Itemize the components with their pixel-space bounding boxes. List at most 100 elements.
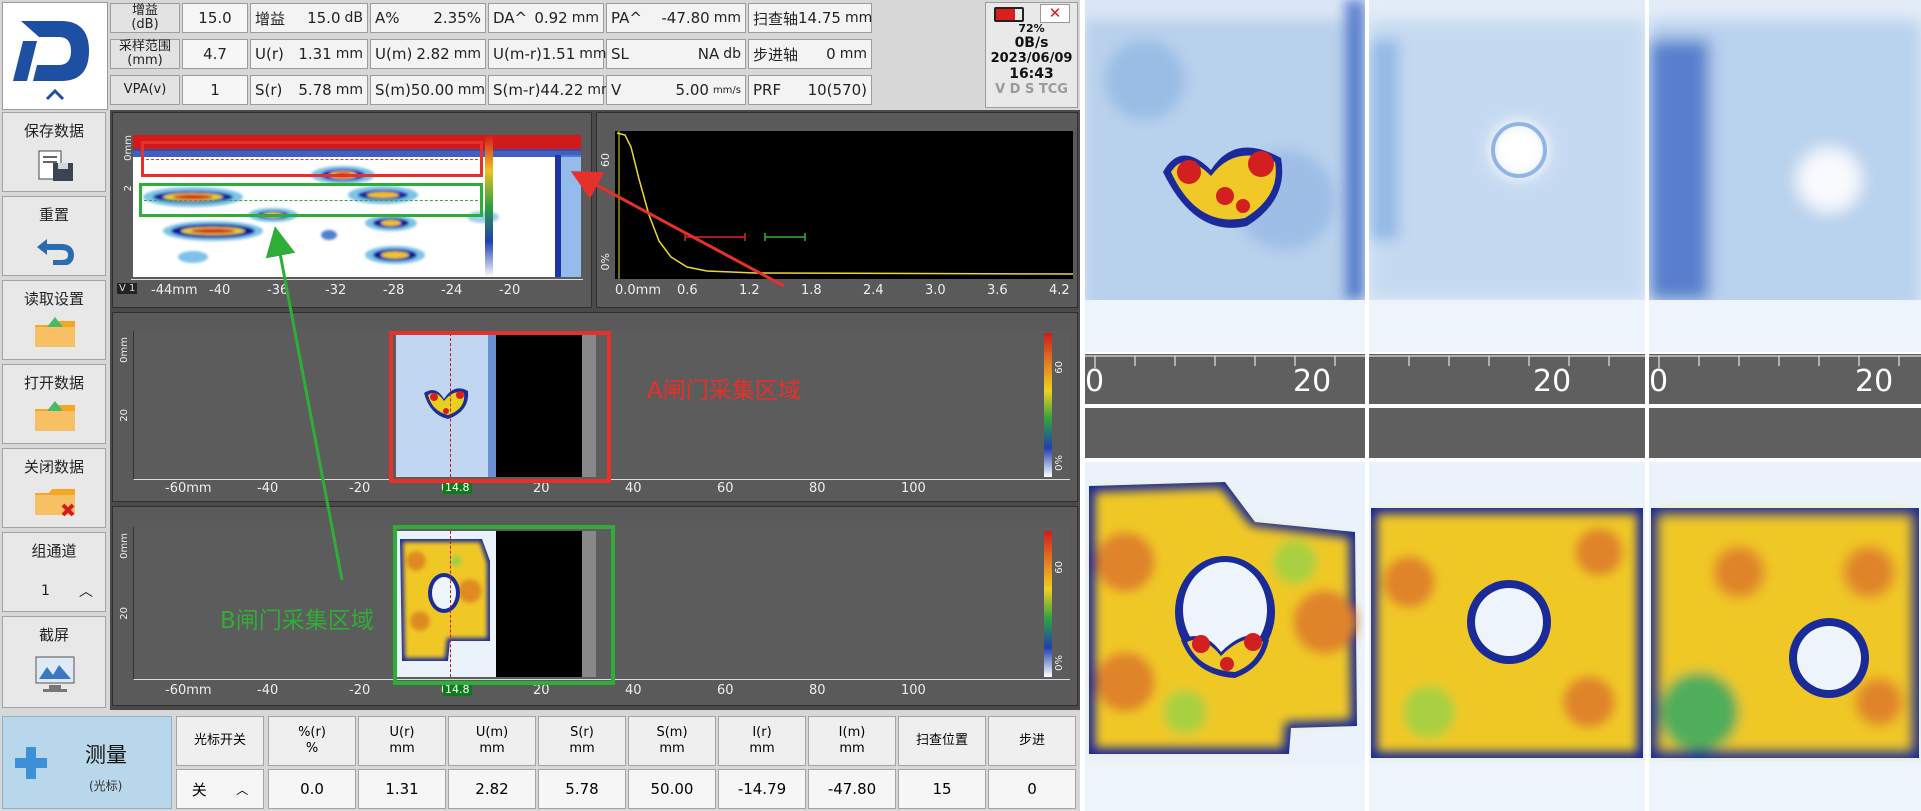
param-value: 1.31 [298, 45, 332, 63]
param-unit: mm [457, 82, 486, 98]
measurement-header-name: I(m) [838, 725, 866, 740]
gain-value[interactable]: 15.0 [182, 3, 248, 33]
separator-bar-3 [1649, 408, 1921, 458]
param-unit: db [723, 46, 741, 62]
measurement-header-unit: mm [389, 741, 415, 756]
param-prf: PRF 10(570) [748, 75, 872, 105]
measurement-column: 步进 0 [988, 716, 1076, 809]
measurement-value: 5.78 [538, 769, 626, 809]
status-flags: V D S TCG [995, 82, 1068, 97]
param-unit: mm [579, 46, 607, 62]
scan-heatmap-a2 [1369, 0, 1645, 352]
close-data-label: 关闭数据 [23, 458, 84, 476]
range-label: 采样范围 (mm) [110, 39, 180, 69]
param-name: S(m-r) [493, 81, 541, 99]
param-name: V [611, 81, 622, 99]
gain-label: 增益 (dB) [110, 3, 180, 33]
param-name: S(r) [255, 81, 283, 99]
status-top: ✕ [986, 3, 1077, 23]
vpa-value[interactable]: 1 [182, 75, 248, 105]
measurement-column: U(m) mm 2.82 [448, 716, 536, 809]
save-data-button[interactable]: 保存数据 [2, 112, 106, 192]
screenshot-label: 截屏 [38, 626, 69, 644]
battery-icon [994, 7, 1024, 22]
measurement-value: -14.79 [718, 769, 806, 809]
ruler-1-label-20: 20 [1293, 364, 1332, 399]
param-value: 1.51 [541, 45, 576, 63]
battery-text: 72% [1018, 22, 1045, 35]
cursor-switch-select[interactable]: 关 ︿ [176, 769, 264, 809]
param-name: S(m) [375, 81, 411, 99]
ut-app-window: 增益 (dB) 15.0 增益 15.0 dB A% 2.35% DA^ 0.92 mm P… [0, 0, 1080, 811]
measurement-header: I(r) mm [718, 716, 806, 766]
range-value[interactable]: 4.7 [182, 39, 248, 69]
param-s-m-r: S(m-r) 44.22 mm [488, 75, 615, 105]
measurement-value: 1.31 [358, 769, 446, 809]
open-data-button[interactable]: 打开数据 [2, 364, 106, 444]
separator-bar-2 [1369, 408, 1645, 458]
measurement-header-name: %(r) [298, 725, 326, 740]
param-gain: 增益 15.0 dB [250, 3, 368, 33]
param-name: 扫查轴 [753, 9, 799, 28]
param-name: U(m) [375, 45, 413, 63]
measurement-header: U(m) mm [448, 716, 536, 766]
measurement-header: S(m) mm [628, 716, 716, 766]
measurement-value: 50.00 [628, 769, 716, 809]
param-unit: mm/s [712, 84, 741, 96]
measurement-header: I(m) mm [808, 716, 896, 766]
param-value: 10(570) [807, 81, 867, 99]
measurement-header: 扫查位置 [898, 716, 986, 766]
gate-b-scan-image-2 [1369, 462, 1645, 811]
param-name: DA^ [493, 9, 528, 27]
measure-title: 测量 [85, 743, 127, 767]
close-icon[interactable]: ✕ [1040, 4, 1070, 23]
measurement-header-unit: mm [659, 741, 685, 756]
read-settings-button[interactable]: 读取设置 [2, 280, 106, 360]
ruler-2: 20 [1369, 354, 1645, 404]
folder-open-icon [35, 401, 75, 431]
param-value: 15.0 [307, 9, 341, 27]
group-channel-value: 1 [41, 583, 50, 599]
ruler-2-label-20: 20 [1533, 364, 1572, 399]
param-s-r: S(r) 5.78 mm [250, 75, 368, 105]
param-scan-axis: 扫查轴 14.75 mm [748, 3, 872, 33]
measure-cursor-button[interactable]: 测量 (光标) [2, 716, 172, 809]
measurement-value: 15 [898, 769, 986, 809]
param-value: -47.80 [661, 9, 710, 27]
read-settings-label: 读取设置 [23, 290, 84, 308]
param-pa: PA^ -47.80 mm [606, 3, 746, 33]
group-channel-selector[interactable]: 组通道 1 ︿ [2, 532, 106, 612]
chevron-up-icon[interactable]: ︿ [79, 581, 93, 601]
measure-subtitle: (光标) [89, 779, 123, 793]
measurement-column: U(r) mm 1.31 [358, 716, 446, 809]
param-da: DA^ 0.92 mm [488, 3, 604, 33]
parameter-grid: 增益 (dB) 15.0 增益 15.0 dB A% 2.35% DA^ 0.92 mm P… [110, 2, 980, 108]
screenshot-button[interactable]: 截屏 [2, 616, 106, 708]
date-text: 2023/06/09 [990, 51, 1073, 66]
scan-heatmap-a1 [1085, 0, 1365, 352]
param-value: NA [697, 45, 720, 63]
group-channel-label: 组通道 [31, 542, 77, 560]
param-name: PA^ [611, 9, 642, 27]
plus-icon [15, 747, 47, 779]
close-data-button[interactable]: 关闭数据 [2, 448, 106, 528]
param-value: 0 [826, 45, 836, 63]
cursor-switch-label: 光标开关 [176, 716, 264, 766]
scan-view-area: 0mm 2 -44mm-40-36-32-28-24-20 V 1 [110, 110, 1080, 710]
param-value: 44.22 [540, 81, 584, 99]
param-unit: mm [571, 10, 599, 26]
param-s-m: S(m) 50.00 mm [370, 75, 486, 105]
scan-heatmap-b1 [1085, 462, 1365, 811]
param-value: 0.92 [534, 9, 568, 27]
param-v: V 5.00 mm/s [606, 75, 746, 105]
cscan-comparison-panels: 0 20 20 0 20 [1085, 0, 1921, 811]
param-name: U(m-r) [493, 45, 542, 63]
folder-import-icon [35, 317, 75, 347]
ruler-1: 0 20 [1085, 354, 1365, 404]
param-name: SL [611, 45, 629, 63]
time-text: 16:43 [1009, 66, 1054, 82]
param-unit: mm [335, 82, 363, 98]
reset-button[interactable]: 重置 [2, 196, 106, 276]
gate-a-scan-image-1 [1085, 0, 1365, 352]
param-unit: mm [453, 46, 481, 62]
